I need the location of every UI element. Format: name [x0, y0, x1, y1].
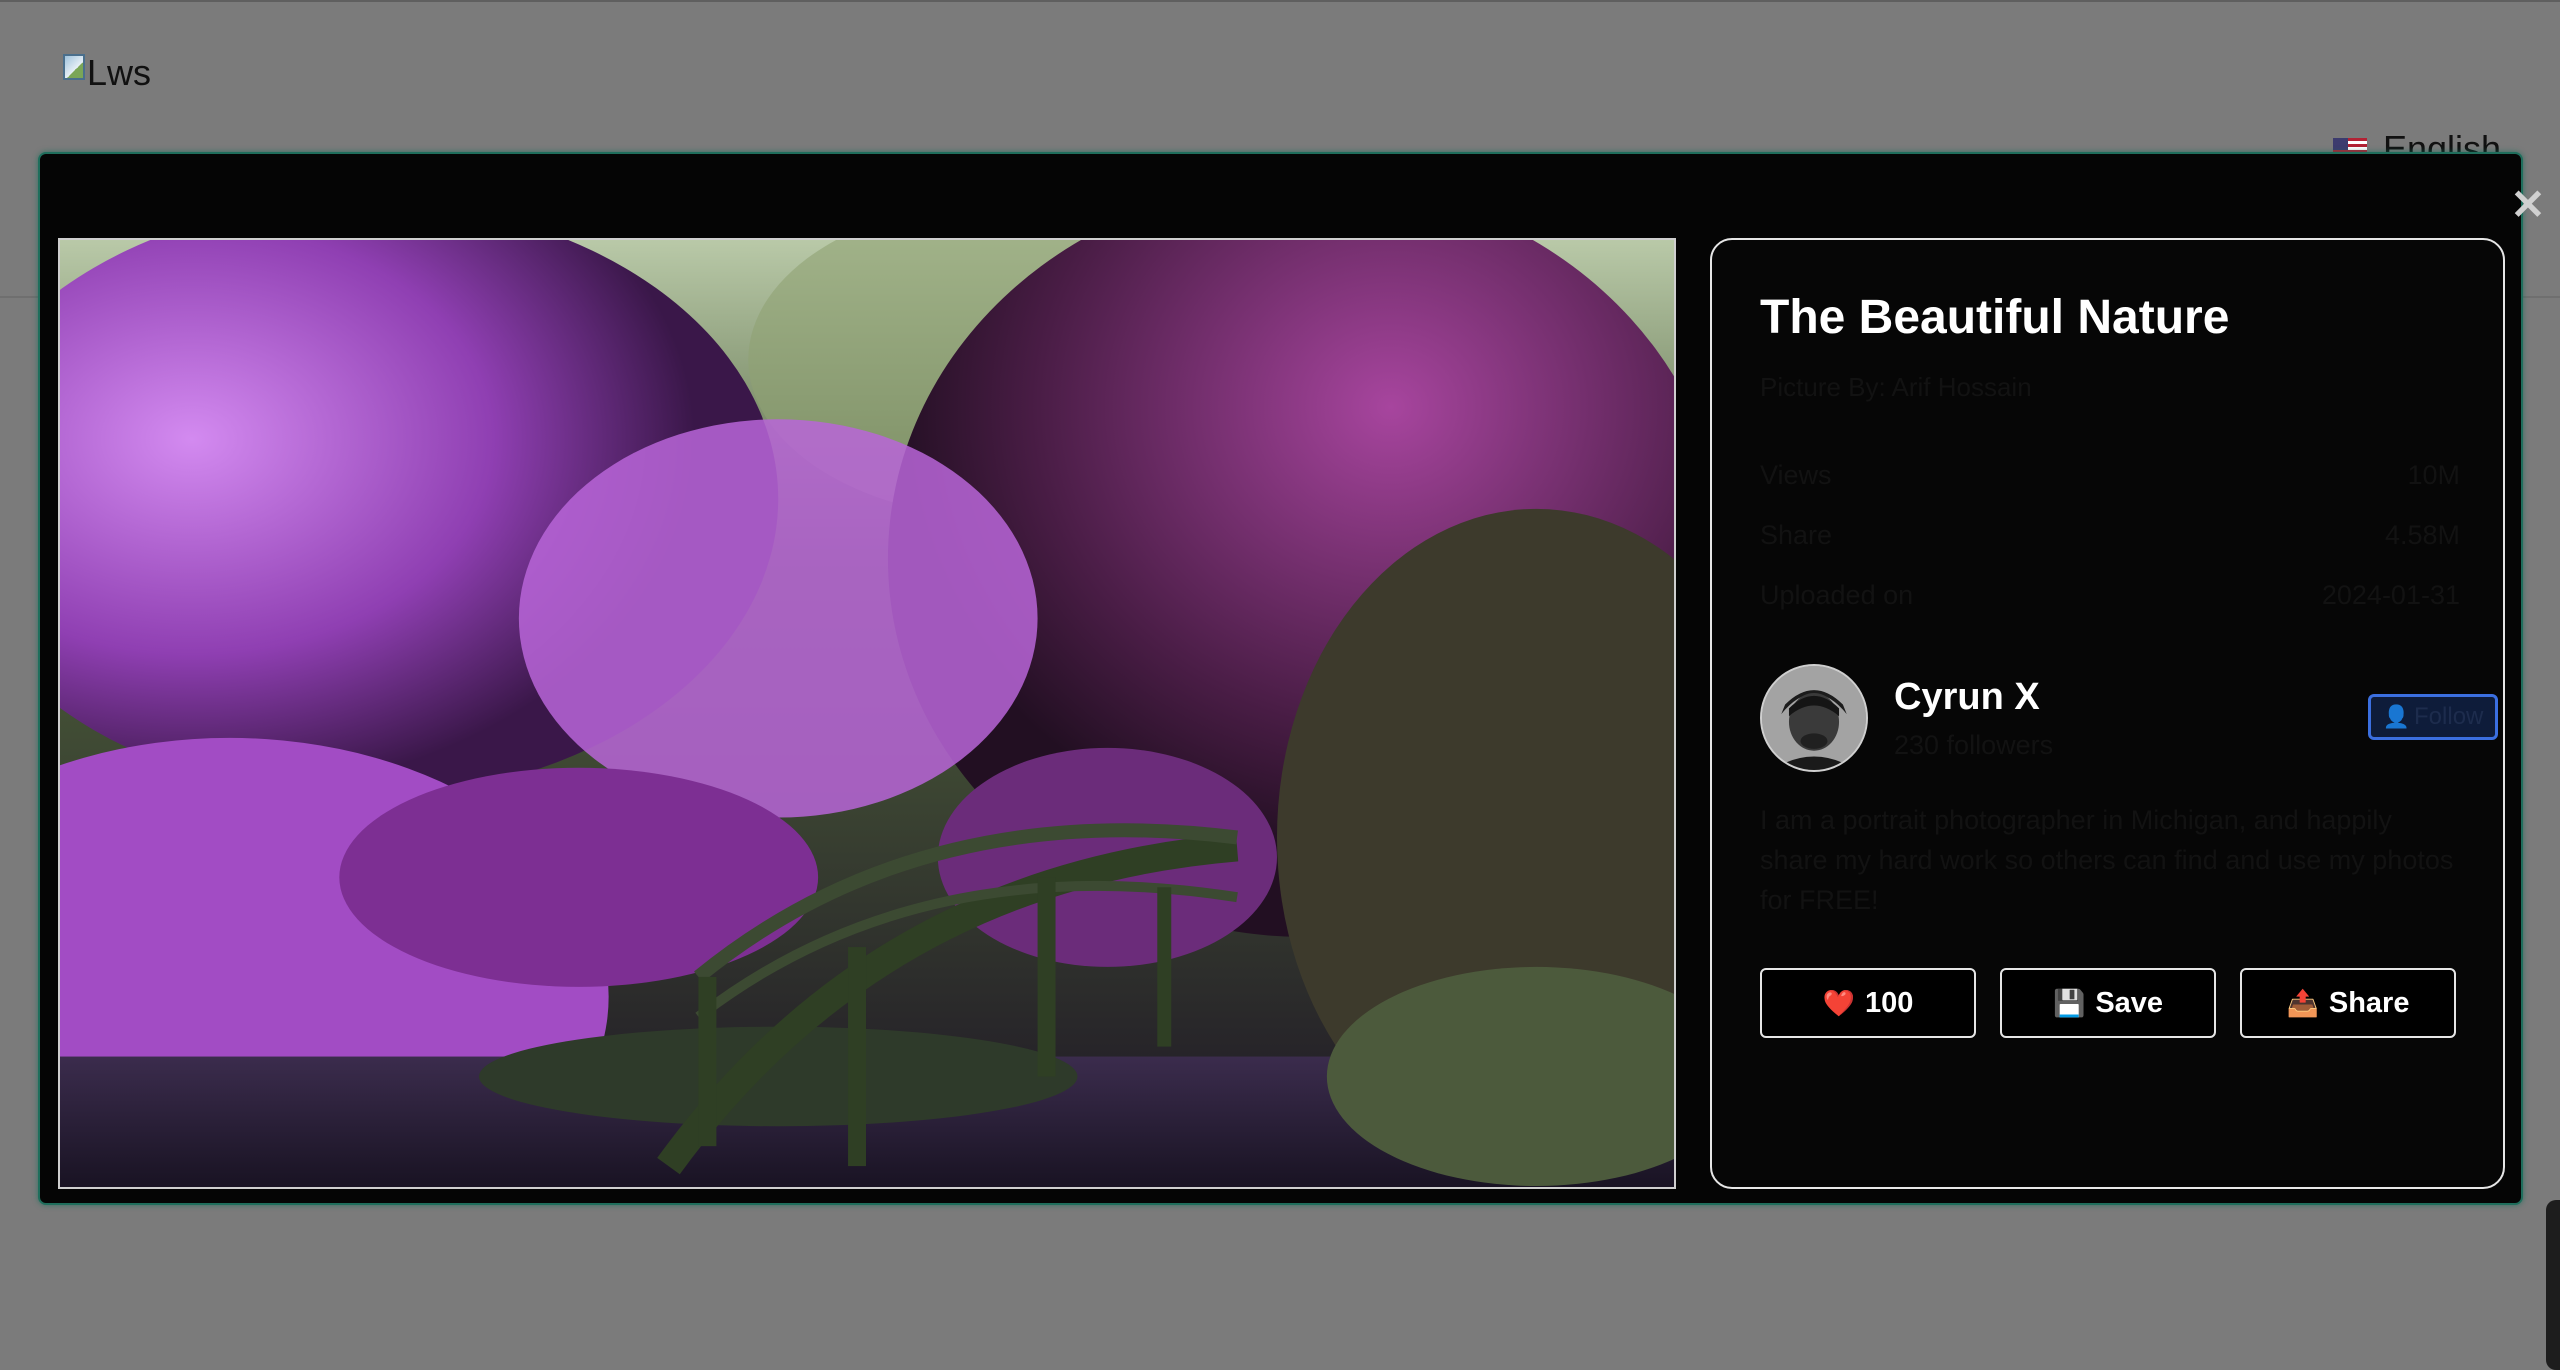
stat-value: 4.58M: [2384, 520, 2460, 550]
save-button[interactable]: 💾 Save: [2000, 968, 2216, 1038]
site-logo[interactable]: Lws: [63, 52, 151, 94]
stat-label: Views: [1760, 460, 1832, 490]
photo-detail-modal: ✕ The Beautiful Nature Picture By: Arif …: [38, 152, 2546, 1205]
side-feedback-tab[interactable]: [2546, 1200, 2560, 1370]
author-bio: I am a portrait photographer in Michigan…: [1760, 805, 2454, 915]
close-icon: ✕: [2510, 180, 2546, 228]
save-label: Save: [2095, 986, 2164, 1019]
photo-title: The Beautiful Nature: [1760, 291, 2230, 344]
stat-value: 2024-01-31: [2321, 580, 2460, 610]
follow-button[interactable]: 👤 Follow: [2368, 694, 2498, 740]
photo-credit: Picture By: Arif Hossain: [1760, 372, 2032, 402]
photo-info-panel: The Beautiful Nature Picture By: Arif Ho…: [1710, 238, 2505, 1189]
like-button[interactable]: ❤️ 100: [1760, 968, 1976, 1038]
like-count: 100: [1864, 986, 1914, 1019]
author-followers: 230 followers: [1894, 730, 2054, 760]
garden-bridge-image: [60, 240, 1674, 1187]
broken-image-icon: [63, 54, 85, 80]
nature-photo: [58, 238, 1676, 1189]
author-name[interactable]: Cyrun X: [1894, 676, 2040, 719]
share-label: Share: [2328, 986, 2410, 1019]
logo-alt-text: Lws: [87, 52, 152, 93]
stat-row-share: Share 4.58M: [1760, 520, 2460, 551]
stat-row-views: Views 10M: [1760, 460, 2460, 491]
stat-label: Uploaded on: [1760, 580, 1914, 610]
stat-row-uploaded: Uploaded on 2024-01-31: [1760, 580, 2460, 611]
author-portrait-image: [1762, 666, 1866, 770]
share-button[interactable]: 📤 Share: [2240, 968, 2456, 1038]
stat-label: Share: [1760, 520, 1833, 550]
stat-value: 10M: [2407, 460, 2460, 490]
follow-label: Follow: [2414, 703, 2484, 730]
outbox-tray-icon: 📤: [2286, 987, 2319, 1018]
heart-icon: ❤️: [1822, 987, 1855, 1018]
person-icon: 👤: [2382, 704, 2411, 729]
floppy-disk-icon: 💾: [2052, 987, 2086, 1018]
author-avatar[interactable]: [1760, 664, 1868, 772]
close-button[interactable]: ✕: [2506, 180, 2550, 228]
